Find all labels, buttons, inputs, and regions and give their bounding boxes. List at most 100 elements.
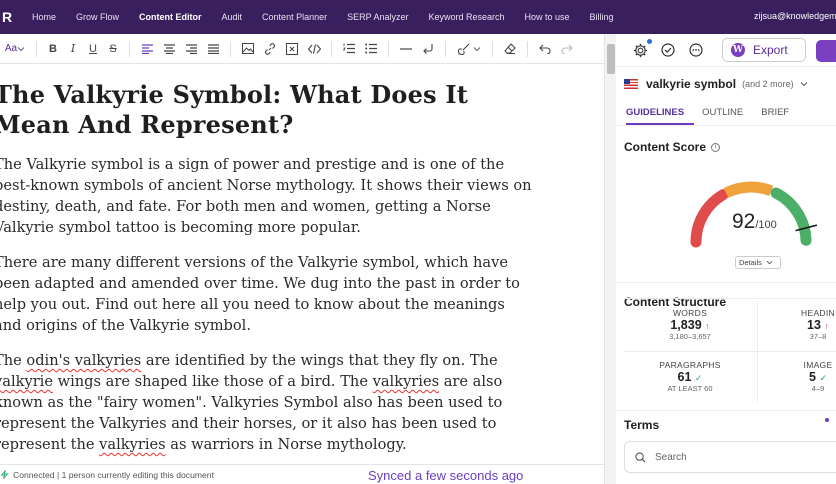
- spellcheck-word[interactable]: valkyries: [373, 373, 439, 390]
- more-options-button[interactable]: [682, 43, 710, 57]
- toolbar-divider: [445, 40, 446, 57]
- align-center-button[interactable]: [158, 34, 180, 64]
- gauge-arc-high: [770, 187, 812, 246]
- chevron-down-icon: [17, 46, 25, 51]
- italic-button[interactable]: I: [63, 34, 83, 64]
- align-left-button[interactable]: [136, 34, 158, 64]
- toolbar-divider: [129, 40, 130, 57]
- justify-icon: [207, 43, 219, 54]
- export-button[interactable]: W Export: [722, 38, 806, 62]
- code-icon: [307, 43, 321, 54]
- app-logo[interactable]: R: [0, 9, 22, 25]
- spellcheck-word[interactable]: valkyries: [99, 436, 165, 453]
- nav-serp-analyzer[interactable]: SERP Analyzer: [337, 12, 418, 22]
- format-painter-dropdown[interactable]: [452, 34, 486, 64]
- nav-billing[interactable]: Billing: [580, 12, 624, 22]
- nav-home[interactable]: Home: [22, 12, 66, 22]
- toolbar-divider: [230, 40, 231, 57]
- info-icon[interactable]: i: [711, 142, 721, 152]
- stat-value: 61 ✓: [624, 370, 756, 384]
- spellcheck-word[interactable]: valkyrie: [0, 373, 53, 390]
- scrollbar-thumb[interactable]: [607, 44, 615, 74]
- redo-button[interactable]: [556, 34, 578, 64]
- panel-tabs: GUIDELINES OUTLINE BRIEF: [616, 100, 836, 126]
- document-title[interactable]: The Valkyrie Symbol: What Does It Mean A…: [0, 80, 534, 140]
- editor-scrollbar[interactable]: [604, 34, 616, 484]
- editor-area[interactable]: The Valkyrie Symbol: What Does It Mean A…: [0, 64, 604, 464]
- paint-brush-icon: [457, 43, 469, 55]
- user-email[interactable]: zijsua@knowledgem: [754, 11, 836, 21]
- score-gauge-svg: [690, 181, 818, 248]
- terms-search[interactable]: Search: [624, 441, 836, 473]
- code-button[interactable]: [303, 34, 325, 64]
- stat-range: AT LEAST 60: [667, 384, 713, 393]
- line-break-button[interactable]: [417, 34, 439, 64]
- stat-label: WORDS: [672, 308, 708, 318]
- section-divider: [616, 410, 836, 411]
- horizontal-rule-button[interactable]: [395, 34, 417, 64]
- stat-label: HEADIN: [801, 308, 835, 318]
- terms-title: Terms: [624, 418, 660, 432]
- insert-link-button[interactable]: [259, 34, 281, 64]
- link-icon: [265, 42, 275, 55]
- words-stat: WORDS 1,839 ↑ 3,180–3,657: [624, 308, 756, 341]
- check-button[interactable]: [654, 43, 682, 57]
- bullet-list-button[interactable]: [360, 34, 382, 64]
- tab-outline[interactable]: OUTLINE: [702, 100, 753, 125]
- stat-label: PARAGRAPHS: [659, 360, 721, 370]
- paragraph[interactable]: The odin's valkyries are identified by t…: [0, 350, 534, 455]
- chevron-down-icon: [473, 46, 480, 51]
- settings-button[interactable]: [626, 38, 654, 58]
- font-size-label: Aa: [4, 43, 18, 54]
- content-score-title: Content Score i: [616, 140, 836, 154]
- tab-guidelines[interactable]: GUIDELINES: [626, 100, 695, 125]
- underline-button[interactable]: U: [83, 34, 103, 64]
- image-icon: [242, 43, 254, 54]
- ordered-list-icon: [343, 43, 355, 54]
- paragraph[interactable]: The Valkyrie symbol is a sign of power a…: [0, 154, 534, 238]
- export-label: Export: [753, 43, 788, 57]
- ordered-list-button[interactable]: [338, 34, 360, 64]
- bold-button[interactable]: B: [43, 34, 63, 64]
- align-right-button[interactable]: [180, 34, 202, 64]
- font-size-dropdown[interactable]: Aa: [0, 34, 30, 64]
- nav-content-editor[interactable]: Content Editor: [129, 12, 212, 22]
- search-input[interactable]: Search: [655, 452, 687, 463]
- stat-range: 4–9: [811, 384, 825, 393]
- primary-action-button[interactable]: [816, 40, 836, 62]
- stat-value: 13 ↑: [788, 318, 836, 332]
- nav-content-planner[interactable]: Content Planner: [252, 12, 337, 22]
- images-stat: IMAGE 5 ✓ 4–9: [788, 360, 836, 393]
- nav-audit[interactable]: Audit: [212, 12, 253, 22]
- undo-button[interactable]: [534, 34, 556, 64]
- top-nav: R Home Grow Flow Content Editor Audit Co…: [0, 0, 836, 34]
- spellcheck-word[interactable]: odin's valkyries: [26, 352, 141, 369]
- strikethrough-button[interactable]: S: [103, 34, 123, 64]
- us-flag-icon: [624, 78, 638, 89]
- score-number: 92: [732, 210, 756, 233]
- details-dropdown[interactable]: Details: [735, 256, 781, 269]
- tab-brief[interactable]: BRIEF: [761, 100, 799, 125]
- editor-toolbar: Aa B I U S: [0, 34, 604, 64]
- guidelines-panel: W Export valkyrie symbol (and 2 more) GU…: [616, 34, 836, 484]
- connected-icon: [0, 470, 9, 479]
- justify-button[interactable]: [202, 34, 224, 64]
- nav-keyword-research[interactable]: Keyword Research: [418, 12, 514, 22]
- document-content[interactable]: The Valkyrie Symbol: What Does It Mean A…: [0, 80, 534, 455]
- nav-how-to-use[interactable]: How to use: [515, 12, 580, 22]
- chevron-down-icon: [800, 81, 807, 86]
- insert-embed-button[interactable]: [281, 34, 303, 64]
- nav-grow-flow[interactable]: Grow Flow: [66, 12, 129, 22]
- status-bar: Connected | 1 person currently editing t…: [0, 464, 604, 484]
- paragraph[interactable]: There are many different versions of the…: [0, 252, 534, 336]
- toolbar-divider: [331, 40, 332, 57]
- chevron-down-icon: [766, 260, 773, 265]
- wordpress-icon: W: [731, 43, 745, 57]
- content-score-gauge: 92/100 Details: [616, 154, 836, 269]
- align-right-icon: [185, 43, 197, 54]
- notification-dot: [647, 38, 652, 44]
- clear-format-button[interactable]: [499, 34, 521, 64]
- keyword-selector[interactable]: valkyrie symbol (and 2 more): [616, 66, 836, 100]
- content-score-label: Content Score: [624, 140, 707, 154]
- insert-image-button[interactable]: [237, 34, 259, 64]
